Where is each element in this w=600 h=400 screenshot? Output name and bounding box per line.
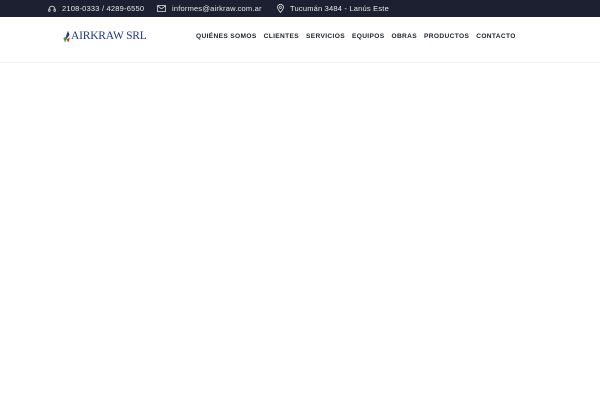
nav-item-equipos[interactable]: EQUIPOS [352,33,385,40]
email-text: informes@airkraw.com.ar [172,4,262,13]
nav-item-quienes-somos[interactable]: QUIÉNES SOMOS [196,33,257,40]
map-pin-icon [277,4,284,13]
email-info[interactable]: informes@airkraw.com.ar [157,0,262,17]
phone-info[interactable]: 2108-0333 / 4289-6550 [48,0,144,17]
nav-item-clientes[interactable]: CLIENTES [264,33,299,40]
main-nav: QUIÉNES SOMOS CLIENTES SERVICIOS EQUIPOS… [196,31,516,41]
site-logo[interactable]: AIRKRAW SRL [63,28,147,44]
headset-icon [48,5,56,12]
site-header: AIRKRAW SRL QUIÉNES SOMOS CLIENTES SERVI… [0,17,600,63]
envelope-icon [157,5,166,12]
logo-text: AIRKRAW SRL [71,30,147,42]
nav-item-obras[interactable]: OBRAS [391,33,417,40]
top-info-bar: 2108-0333 / 4289-6550 informes@airkraw.c… [0,0,600,17]
nav-item-servicios[interactable]: SERVICIOS [306,33,345,40]
address-text: Tucumán 3484 - Lanús Este [290,4,389,13]
logo-mark-icon [63,30,70,42]
nav-item-contacto[interactable]: CONTACTO [476,33,516,40]
phone-text: 2108-0333 / 4289-6550 [62,4,145,13]
address-info[interactable]: Tucumán 3484 - Lanús Este [277,0,389,17]
nav-item-productos[interactable]: PRODUCTOS [424,33,469,40]
main-content-area [0,63,600,400]
